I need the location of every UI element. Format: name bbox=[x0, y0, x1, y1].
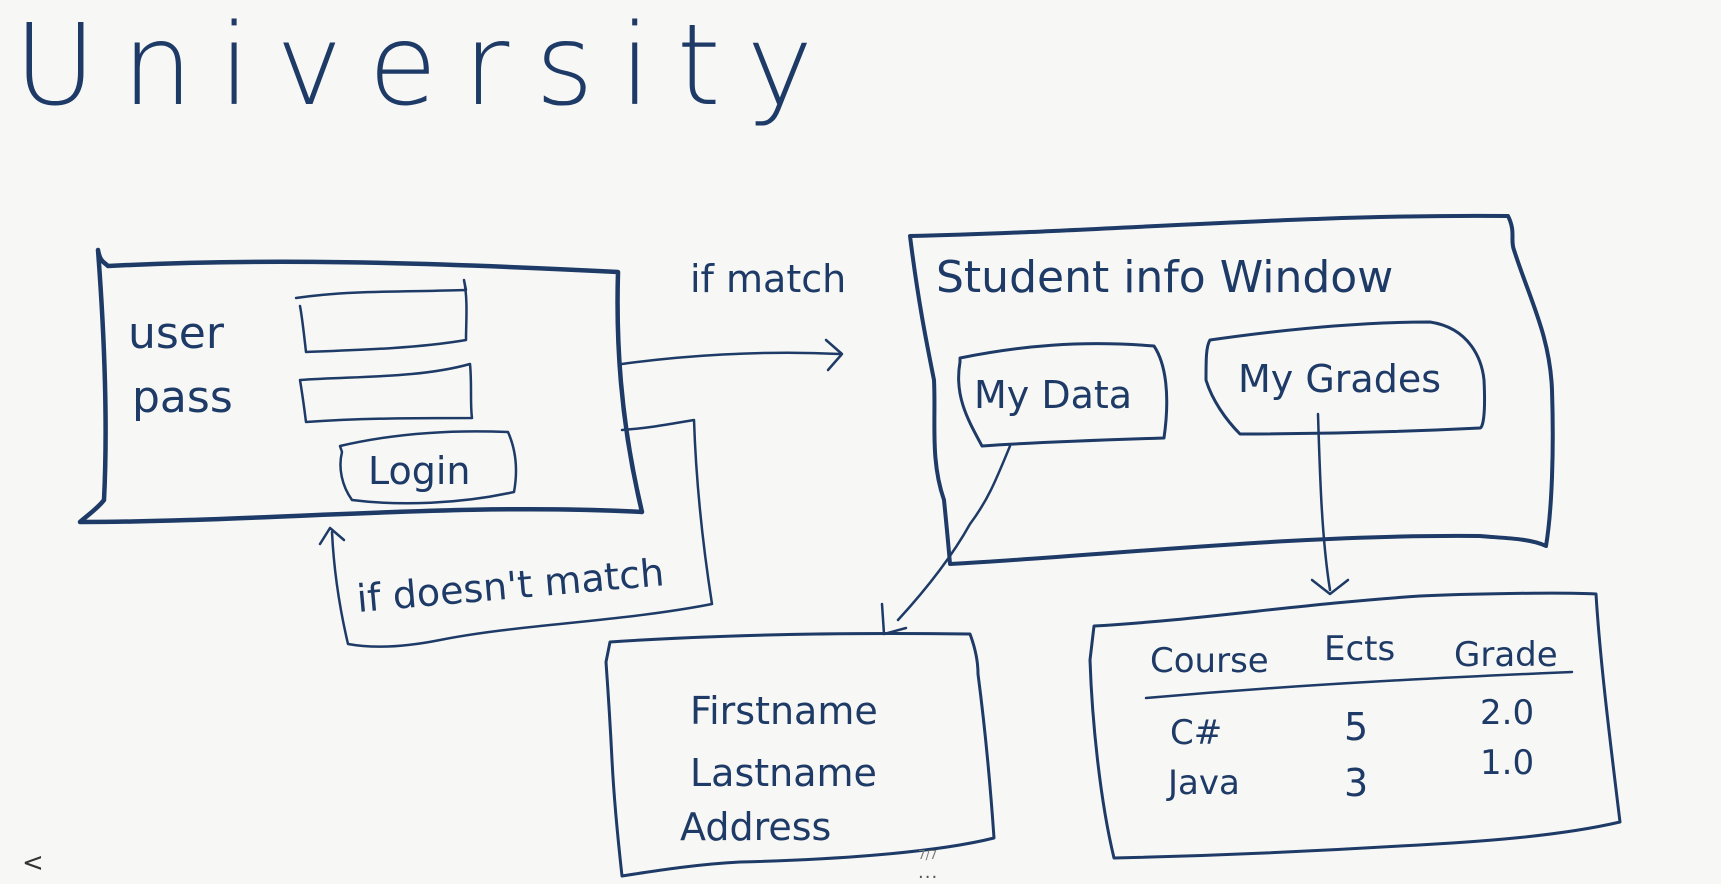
my-grades-button-label: My Grades bbox=[1238, 357, 1441, 401]
more-options-button[interactable]: ... bbox=[918, 862, 938, 883]
pass-label: pass bbox=[132, 372, 233, 423]
previous-page-button[interactable]: < bbox=[22, 848, 44, 878]
my-grades-button[interactable]: My Grades bbox=[1204, 320, 1486, 436]
grades-table-header: Course Ects Grade bbox=[1150, 629, 1558, 681]
cell-ects: 3 bbox=[1344, 761, 1368, 805]
login-button-label: Login bbox=[368, 449, 471, 493]
data-field: Firstname bbox=[690, 689, 878, 733]
user-label: user bbox=[128, 308, 225, 359]
page-indicator: 7/7 bbox=[918, 848, 938, 862]
cell-course: C# bbox=[1170, 713, 1222, 753]
header-grade: Grade bbox=[1454, 635, 1558, 675]
cell-ects: 5 bbox=[1344, 705, 1368, 749]
if-doesnt-match-label: if doesn't match bbox=[355, 550, 666, 621]
data-field: Address bbox=[680, 805, 831, 849]
header-ects: Ects bbox=[1324, 629, 1395, 669]
if-match-label: if match bbox=[690, 257, 846, 301]
if-match-arrow bbox=[620, 338, 844, 372]
my-data-button-label: My Data bbox=[974, 373, 1132, 417]
user-input-field[interactable] bbox=[294, 278, 468, 354]
cell-course: Java bbox=[1166, 763, 1240, 803]
student-window-title: Student info Window bbox=[936, 252, 1393, 303]
grades-table: Course Ects Grade C# 5 2.0 Java 3 1.0 bbox=[1144, 629, 1574, 805]
header-course: Course bbox=[1150, 641, 1269, 681]
whiteboard-canvas: University user pass Login if match if d… bbox=[14, 1, 1622, 878]
cell-grade: 2.0 bbox=[1480, 693, 1534, 733]
cell-grade: 1.0 bbox=[1480, 743, 1534, 783]
login-button[interactable]: Login bbox=[338, 430, 518, 505]
pass-input-field[interactable] bbox=[298, 362, 474, 424]
my-grades-connector bbox=[1310, 412, 1350, 596]
data-field: Lastname bbox=[690, 751, 877, 795]
diagram-title: University bbox=[14, 1, 839, 131]
data-fields-list: Firstname Lastname Address bbox=[680, 689, 878, 849]
my-data-button[interactable]: My Data bbox=[957, 342, 1169, 448]
